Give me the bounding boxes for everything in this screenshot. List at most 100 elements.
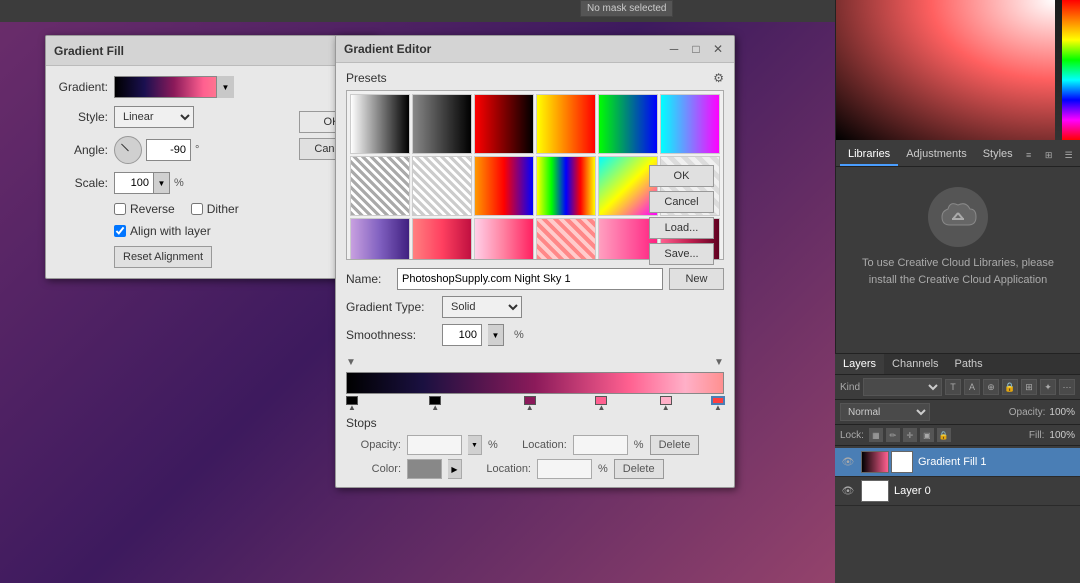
- gradient-name-input[interactable]: [397, 268, 663, 290]
- color-stop-4[interactable]: [660, 396, 672, 412]
- lock-label: Lock:: [840, 430, 864, 441]
- ge-close-icon[interactable]: ✕: [710, 42, 726, 56]
- gradient-editor-titlebar: Gradient Editor ─ □ ✕: [336, 36, 734, 63]
- color-stop-2[interactable]: .stop-marker:nth-of-type(3)::before { ba…: [524, 396, 536, 412]
- preset-swatch-8[interactable]: [474, 156, 534, 216]
- panel-tab-icons: ≡ ⊞ ☰: [1021, 144, 1077, 166]
- layer-item-0[interactable]: 👁 Layer 0: [835, 477, 1080, 506]
- delete-stop-button-2[interactable]: Delete: [614, 459, 664, 479]
- smoothness-input[interactable]: [442, 324, 482, 346]
- reverse-checkbox-label[interactable]: Reverse: [114, 202, 175, 216]
- location-stop-input-2[interactable]: [537, 459, 592, 479]
- dither-checkbox-label[interactable]: Dither: [191, 202, 239, 216]
- blend-mode-select[interactable]: Normal: [840, 403, 930, 421]
- angle-input[interactable]: [146, 139, 191, 161]
- dither-checkbox[interactable]: [191, 203, 203, 215]
- tab-libraries[interactable]: Libraries: [840, 144, 898, 166]
- preset-swatch-6[interactable]: [350, 156, 410, 216]
- layer-ctrl-4[interactable]: 🔒: [1002, 379, 1018, 395]
- preset-swatch-5[interactable]: [660, 94, 720, 154]
- tab-layers[interactable]: Layers: [835, 354, 884, 374]
- tab-channels[interactable]: Channels: [884, 354, 946, 374]
- layer-ctrl-7[interactable]: ⋯: [1059, 379, 1075, 395]
- location-stop-input-1[interactable]: [573, 435, 628, 455]
- preset-swatch-4[interactable]: [598, 94, 658, 154]
- color-swatch[interactable]: [407, 459, 442, 479]
- lock-artboard-icon[interactable]: ▣: [920, 428, 934, 442]
- opacity-stop-left[interactable]: [346, 354, 356, 368]
- degree-symbol: °: [195, 144, 199, 156]
- name-row: Name: New: [346, 268, 724, 290]
- tab-paths[interactable]: Paths: [947, 354, 991, 374]
- gradient-type-select[interactable]: Solid: [442, 296, 522, 318]
- gradient-type-label: Gradient Type:: [346, 300, 436, 314]
- panel-list-icon[interactable]: ☰: [1061, 147, 1077, 163]
- presets-gear-icon[interactable]: ⚙: [713, 71, 724, 85]
- preset-swatch-9[interactable]: [536, 156, 596, 216]
- lock-transparent-icon[interactable]: ▦: [869, 428, 883, 442]
- color-stop-3[interactable]: [595, 396, 607, 412]
- color-stop-5[interactable]: [712, 396, 724, 412]
- layer-ctrl-5[interactable]: ⊞: [1021, 379, 1037, 395]
- layer-eye-1[interactable]: 👁: [840, 454, 856, 470]
- ge-maximize-icon[interactable]: □: [688, 42, 704, 56]
- tab-adjustments[interactable]: Adjustments: [898, 144, 975, 166]
- ge-ok-button[interactable]: OK: [649, 165, 714, 187]
- opacity-stop-right[interactable]: [714, 354, 724, 368]
- kind-select[interactable]: [863, 378, 942, 396]
- layer-eye-2[interactable]: 👁: [840, 483, 856, 499]
- color-stop-0[interactable]: [346, 396, 358, 412]
- color-stop-1[interactable]: [429, 396, 441, 412]
- delete-stop-button-1[interactable]: Delete: [650, 435, 700, 455]
- panel-grid-icon[interactable]: ⊞: [1041, 147, 1057, 163]
- preset-swatch-0[interactable]: [350, 94, 410, 154]
- preset-swatch-7[interactable]: [412, 156, 472, 216]
- new-button[interactable]: New: [669, 268, 724, 290]
- preset-swatch-12[interactable]: [350, 218, 410, 260]
- location-stop-percent-2: %: [598, 463, 608, 475]
- align-checkbox-label[interactable]: Align with layer: [114, 224, 211, 238]
- lock-position-icon[interactable]: ✛: [903, 428, 917, 442]
- gradient-bar[interactable]: [346, 372, 724, 394]
- libraries-panel: Libraries Adjustments Styles ≡ ⊞ ☰ To us…: [836, 140, 1080, 312]
- layer-ctrl-3[interactable]: ⊕: [983, 379, 999, 395]
- gradient-editor-dialog: Gradient Editor ─ □ ✕ Presets ⚙ OK Cance…: [335, 35, 735, 488]
- lock-paint-icon[interactable]: ✏: [886, 428, 900, 442]
- color-spectrum[interactable]: [1062, 0, 1080, 140]
- tab-styles[interactable]: Styles: [975, 144, 1021, 166]
- gradient-dropdown-arrow[interactable]: ▼: [216, 76, 234, 98]
- gradient-preview-container[interactable]: ▼: [114, 76, 234, 98]
- smoothness-stepper[interactable]: ▼: [488, 324, 504, 346]
- preset-swatch-14[interactable]: [474, 218, 534, 260]
- reverse-checkbox[interactable]: [114, 203, 126, 215]
- checkbox-row: Reverse Dither: [58, 202, 362, 216]
- angle-dial[interactable]: [114, 136, 142, 164]
- layer-ctrl-2[interactable]: A: [964, 379, 980, 395]
- ge-minimize-icon[interactable]: ─: [666, 42, 682, 56]
- opacity-stop-input[interactable]: [407, 435, 462, 455]
- scale-stepper[interactable]: ▼: [154, 172, 170, 194]
- style-select[interactable]: Linear: [114, 106, 194, 128]
- opacity-stop-stepper[interactable]: ▼: [468, 435, 482, 455]
- preset-swatch-13[interactable]: [412, 218, 472, 260]
- reset-alignment-button[interactable]: Reset Alignment: [114, 246, 212, 268]
- ge-cancel-button[interactable]: Cancel: [649, 191, 714, 213]
- align-checkbox[interactable]: [114, 225, 126, 237]
- color-picker-area[interactable]: [836, 0, 1080, 140]
- color-swatch-arrow[interactable]: ▶: [448, 459, 462, 479]
- ge-save-button[interactable]: Save...: [649, 243, 714, 265]
- preset-swatch-1[interactable]: [412, 94, 472, 154]
- layers-controls: Kind T A ⊕ 🔒 ⊞ ✦ ⋯: [835, 375, 1080, 400]
- scale-input[interactable]: [114, 172, 154, 194]
- reverse-label: Reverse: [130, 202, 175, 216]
- layer-item-gradient-fill[interactable]: 👁 Gradient Fill 1: [835, 448, 1080, 477]
- preset-swatch-15[interactable]: [536, 218, 596, 260]
- gradient-bottom-stops: .stop-marker:nth-of-type(3)::before { ba…: [346, 394, 724, 412]
- preset-swatch-2[interactable]: [474, 94, 534, 154]
- panel-menu-icon[interactable]: ≡: [1021, 147, 1037, 163]
- layer-ctrl-1[interactable]: T: [945, 379, 961, 395]
- layer-ctrl-6[interactable]: ✦: [1040, 379, 1056, 395]
- preset-swatch-3[interactable]: [536, 94, 596, 154]
- lock-all-icon[interactable]: 🔒: [937, 428, 951, 442]
- ge-load-button[interactable]: Load...: [649, 217, 714, 239]
